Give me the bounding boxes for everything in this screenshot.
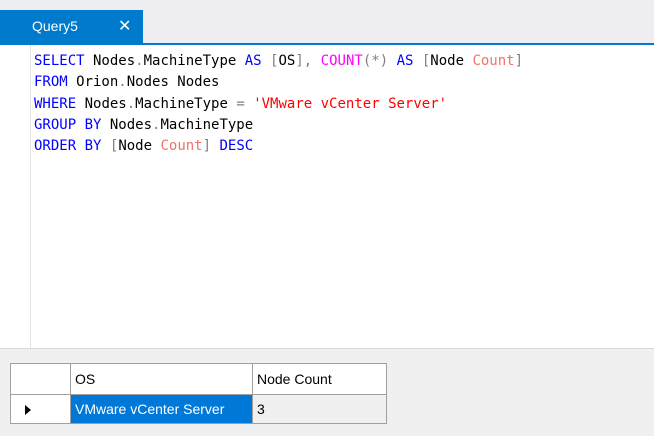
column-header-node-count[interactable]: Node Count bbox=[252, 363, 387, 395]
code-line-1: SELECT Nodes.MachineType AS [OS], COUNT(… bbox=[34, 53, 524, 69]
row-header[interactable] bbox=[10, 394, 71, 424]
query-text[interactable]: SELECT Nodes.MachineType AS [OS], COUNT(… bbox=[34, 51, 523, 157]
close-icon[interactable]: ✕ bbox=[118, 16, 131, 35]
results-grid: OS Node Count VMware vCenter Server 3 bbox=[10, 363, 387, 424]
table-row[interactable]: VMware vCenter Server 3 bbox=[10, 394, 387, 424]
code-line-4: GROUP BY Nodes.MachineType bbox=[34, 116, 254, 133]
code-line-5: ORDER BY [Node Count] DESC bbox=[34, 138, 254, 155]
cell-node-count[interactable]: 3 bbox=[252, 394, 387, 424]
cell-os[interactable]: VMware vCenter Server bbox=[70, 394, 253, 424]
tab-title: Query5 bbox=[32, 18, 78, 34]
query-editor[interactable]: SELECT Nodes.MachineType AS [OS], COUNT(… bbox=[0, 45, 654, 348]
pane-splitter[interactable] bbox=[0, 348, 654, 361]
current-row-arrow-icon bbox=[25, 405, 31, 416]
tab-strip: Query5 ✕ bbox=[0, 0, 654, 43]
tab-query5[interactable]: Query5 ✕ bbox=[0, 10, 143, 43]
grid-header-row: OS Node Count bbox=[10, 363, 387, 395]
code-line-2: FROM Orion.Nodes Nodes bbox=[34, 74, 220, 91]
editor-margin bbox=[0, 45, 31, 348]
column-header-os[interactable]: OS bbox=[70, 363, 253, 395]
code-line-3: WHERE Nodes.MachineType = 'VMware vCente… bbox=[34, 95, 448, 112]
grid-corner-cell[interactable] bbox=[10, 363, 71, 395]
